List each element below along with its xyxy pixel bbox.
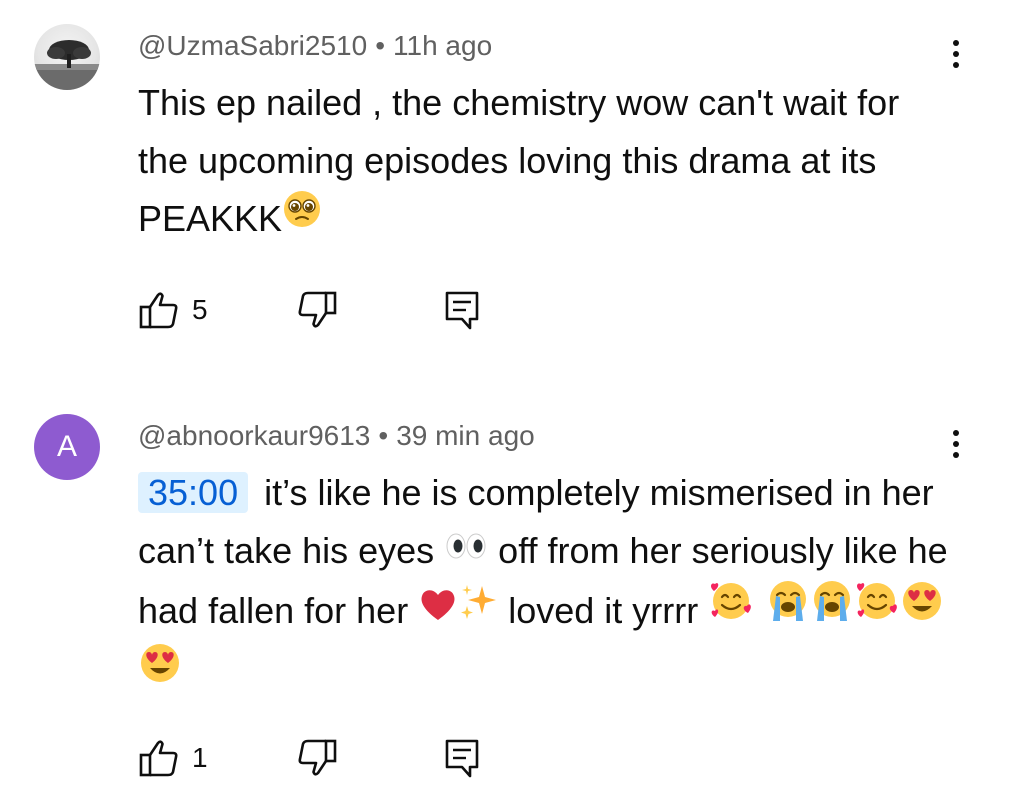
tree-landscape-icon (34, 40, 100, 90)
loudly-crying-face-icon (766, 579, 810, 640)
more-vertical-icon[interactable] (950, 36, 962, 72)
meta-separator: • (378, 420, 389, 451)
reply-icon (445, 291, 479, 330)
comment-text: This ep nailed , the chemistry wow can't… (138, 74, 958, 250)
avatar-letter: A (56, 430, 77, 463)
avatar[interactable]: A (34, 414, 100, 480)
like-count: 5 (192, 294, 208, 325)
timestamp-link[interactable]: 35:00 (138, 472, 249, 513)
comment-time: 39 min ago (396, 420, 535, 451)
thumbs-down-icon (298, 739, 337, 776)
like-button[interactable]: 5 (138, 288, 208, 332)
thumbs-down-icon (298, 291, 337, 328)
red-heart-icon (418, 581, 458, 639)
comment-item: @UzmaSabri2510 • 11h ago This ep nailed , … (0, 0, 1024, 380)
author-handle[interactable]: @UzmaSabri2510 (138, 30, 367, 61)
thumbs-up-icon (139, 740, 178, 777)
pleading-face-icon (282, 188, 322, 246)
comment-item: A @abnoorkaur9613 • 39 min ago 35:00 it’s … (0, 390, 1024, 812)
reply-button[interactable] (442, 736, 482, 780)
like-button[interactable]: 1 (138, 736, 208, 780)
comment-meta: @abnoorkaur9613 • 39 min ago (138, 418, 535, 454)
smiling-face-with-hearts-icon (854, 579, 900, 640)
comment-text-part: loved it yrrrr (498, 590, 709, 632)
comment-meta: @UzmaSabri2510 • 11h ago (138, 28, 492, 64)
avatar[interactable] (34, 24, 100, 90)
reply-button[interactable] (442, 288, 482, 332)
comment-time: 11h ago (393, 30, 493, 61)
meta-separator: • (375, 30, 386, 61)
smiling-face-with-hearts-icon (708, 579, 754, 640)
reply-icon (445, 739, 479, 778)
heart-eyes-icon (138, 641, 182, 702)
like-count: 1 (192, 742, 208, 773)
sparkles-icon (458, 581, 498, 639)
loudly-crying-face-icon (810, 579, 854, 640)
heart-eyes-icon (900, 579, 944, 640)
author-handle[interactable]: @abnoorkaur9613 (138, 420, 370, 451)
eyes-icon (444, 520, 488, 578)
comment-text: 35:00 it’s like he is completely mismeri… (138, 464, 958, 706)
more-vertical-icon[interactable] (950, 426, 962, 462)
dislike-button[interactable] (296, 736, 338, 780)
thumbs-up-icon (139, 292, 178, 329)
comment-text-main: This ep nailed , the chemistry wow can't… (138, 82, 900, 239)
dislike-button[interactable] (296, 288, 338, 332)
